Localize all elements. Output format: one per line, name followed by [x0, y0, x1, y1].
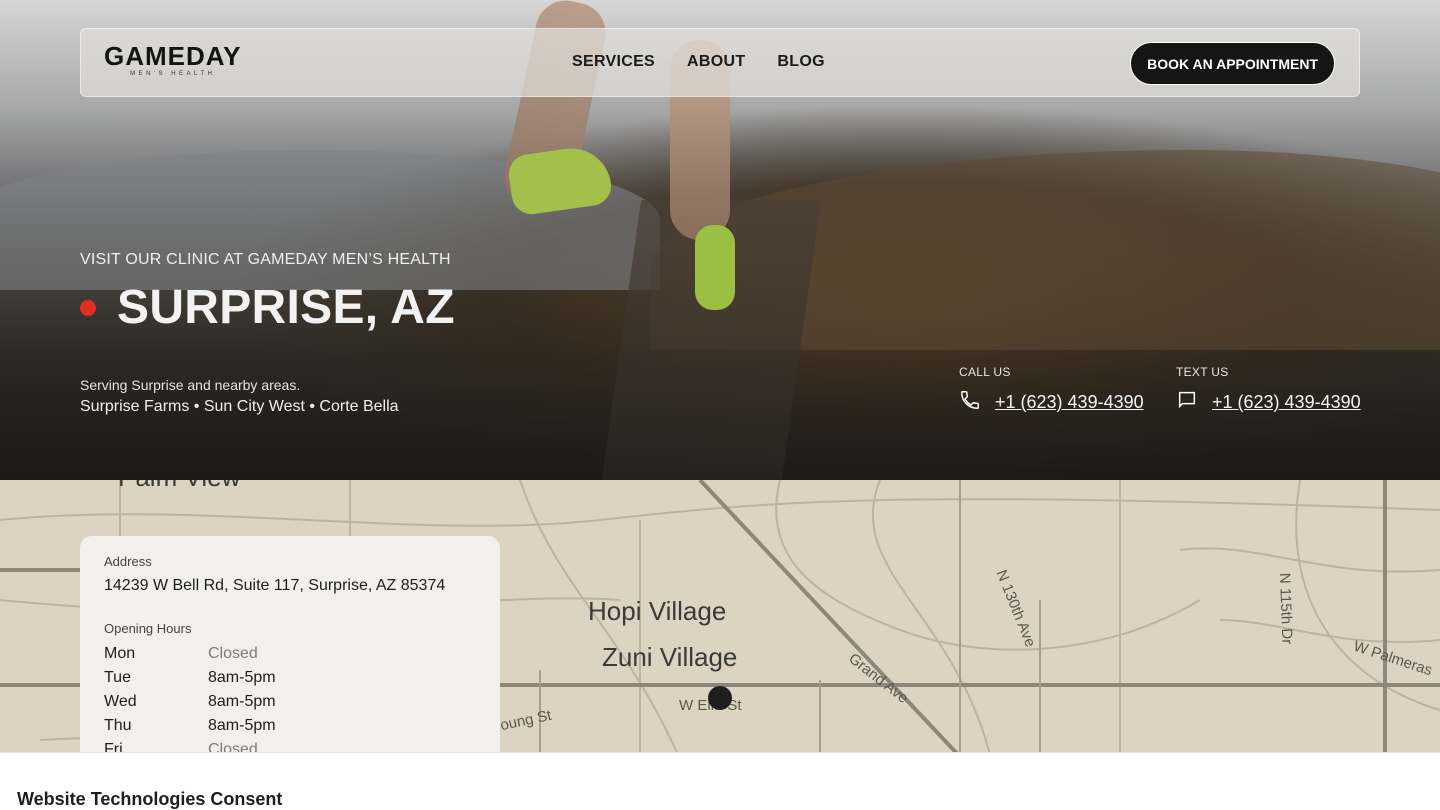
text-us-block: TEXT US +1 (623) 439-4390 [1176, 365, 1361, 416]
text-us-row: +1 (623) 439-4390 [1176, 389, 1361, 416]
hero-title-wrap: SURPRISE, AZ [80, 280, 455, 335]
map-label-115th-dr: N 115th Dr [1275, 572, 1296, 645]
call-us-label: CALL US [959, 365, 1011, 379]
nav-link-services[interactable]: SERVICES [572, 53, 655, 71]
logo-wordmark: GAMEDAY [104, 41, 242, 71]
consent-banner: Website Technologies Consent [0, 752, 1440, 810]
hours-day: Thu [104, 717, 132, 734]
hours-value: 8am-5pm [208, 669, 276, 686]
map-label-palm-view: Palm View [118, 480, 240, 493]
hero-eyebrow: VISIT OUR CLINIC AT GAMEDAY MEN’S HEALTH [80, 251, 451, 268]
address-label: Address [104, 554, 152, 569]
call-us-block: CALL US +1 (623) 439-4390 [959, 365, 1144, 416]
opening-hours-list: Mon Closed Tue 8am-5pm Wed 8am-5pm Thu 8… [104, 642, 476, 762]
consent-title: Website Technologies Consent [17, 789, 283, 809]
nav-links: SERVICES ABOUT BLOG [572, 53, 825, 71]
hours-day: Tue [104, 669, 131, 686]
logo-subtitle: MEN'S HEALTH [130, 71, 216, 77]
hours-day: Mon [104, 645, 136, 662]
hours-day: Wed [104, 693, 137, 710]
nav-link-blog[interactable]: BLOG [777, 53, 824, 71]
hours-row: Mon Closed [104, 642, 476, 666]
hours-value: Closed [208, 645, 258, 662]
nav-link-about[interactable]: ABOUT [687, 53, 745, 71]
hours-row: Thu 8am-5pm [104, 714, 476, 738]
clinic-address: 14239 W Bell Rd, Suite 117, Surprise, AZ… [104, 577, 446, 594]
message-icon [1176, 389, 1212, 416]
clinic-info-card: Address 14239 W Bell Rd, Suite 117, Surp… [80, 536, 500, 776]
opening-hours-label: Opening Hours [104, 621, 192, 636]
hours-row: Tue 8am-5pm [104, 666, 476, 690]
service-areas: Surprise Farms • Sun City West • Corte B… [80, 398, 399, 415]
hero-runner-shoe [695, 225, 735, 310]
hours-value: 8am-5pm [208, 693, 276, 710]
text-us-label: TEXT US [1176, 365, 1229, 379]
book-appointment-button[interactable]: BOOK AN APPOINTMENT [1130, 42, 1335, 85]
hours-value: 8am-5pm [208, 717, 276, 734]
map-label-hopi-village: Hopi Village [588, 596, 727, 626]
map-location-pin[interactable] [708, 686, 732, 710]
gameday-logo[interactable]: GAMEDAY MEN'S HEALTH [104, 43, 242, 77]
hours-row: Wed 8am-5pm [104, 690, 476, 714]
call-us-link[interactable]: +1 (623) 439-4390 [995, 392, 1144, 413]
map-label-zuni-village: Zuni Village [602, 642, 738, 672]
page-title: SURPRISE, AZ [117, 281, 455, 334]
top-navbar: GAMEDAY MEN'S HEALTH SERVICES ABOUT BLOG… [80, 28, 1360, 97]
location-dot-icon [80, 299, 96, 316]
phone-icon [959, 389, 995, 416]
call-us-row: +1 (623) 439-4390 [959, 389, 1144, 416]
text-us-link[interactable]: +1 (623) 439-4390 [1212, 392, 1361, 413]
serving-text: Serving Surprise and nearby areas. [80, 377, 301, 393]
